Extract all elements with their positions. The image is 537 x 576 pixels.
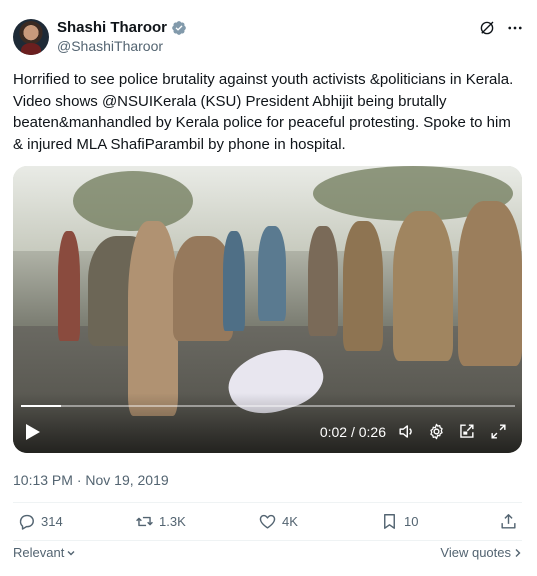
video-frame-police <box>458 201 522 366</box>
settings-gear-icon[interactable] <box>427 422 446 441</box>
video-frame-police <box>393 211 453 361</box>
reply-count: 314 <box>41 514 63 529</box>
like-button[interactable]: 4K <box>258 512 298 531</box>
play-icon[interactable] <box>25 423 41 441</box>
author-handle[interactable]: @ShashiTharoor <box>57 38 163 54</box>
video-progress-bar[interactable] <box>21 405 515 407</box>
retweet-button[interactable]: 1.3K <box>135 512 186 531</box>
video-frame-person <box>258 226 286 321</box>
author-name[interactable]: Shashi Tharoor <box>57 19 167 36</box>
replies-bar: Relevant View quotes <box>13 545 522 563</box>
tweet-header: Shashi Tharoor @ShashiTharoor <box>13 15 524 59</box>
video-player[interactable]: 0:02 / 0:26 <box>13 166 522 453</box>
video-frame-police <box>343 221 383 351</box>
video-frame-person <box>223 231 245 331</box>
reply-button[interactable]: 314 <box>17 512 63 531</box>
reply-icon <box>19 514 34 530</box>
sort-replies-dropdown[interactable]: Relevant <box>13 545 76 560</box>
author-name-row: Shashi Tharoor <box>57 19 187 36</box>
share-icon <box>501 514 516 529</box>
tweet-actions: 314 1.3K 4K 10 <box>13 512 522 536</box>
video-frame-tree <box>73 171 193 231</box>
chevron-down-icon <box>67 550 75 555</box>
heart-icon <box>259 514 276 529</box>
more-options-icon[interactable] <box>506 19 524 37</box>
sort-replies-label: Relevant <box>13 545 65 560</box>
retweet-count: 1.3K <box>159 514 186 529</box>
video-time: 0:02 / 0:26 <box>319 424 386 440</box>
pop-out-icon[interactable] <box>457 422 476 441</box>
video-frame-person <box>58 231 80 341</box>
view-quotes-link[interactable]: View quotes <box>440 545 522 560</box>
fullscreen-icon[interactable] <box>489 422 508 441</box>
video-progress-fill <box>21 405 61 407</box>
divider <box>13 502 522 503</box>
avatar[interactable] <box>13 19 49 55</box>
bookmark-count: 10 <box>404 514 419 529</box>
video-frame-person <box>308 226 338 336</box>
grok-icon[interactable] <box>478 19 496 37</box>
verified-badge-icon <box>172 20 186 35</box>
view-quotes-label: View quotes <box>440 545 511 560</box>
header-actions <box>478 19 524 37</box>
bookmark-icon <box>384 514 395 529</box>
video-frame-police <box>128 221 178 416</box>
retweet-icon <box>136 516 153 527</box>
tweet-text: Horrified to see police brutality agains… <box>13 71 514 153</box>
share-button[interactable] <box>499 512 518 531</box>
volume-icon[interactable] <box>397 422 416 441</box>
bookmark-button[interactable]: 10 <box>380 512 418 531</box>
divider <box>13 540 522 541</box>
chevron-right-icon <box>515 548 521 557</box>
like-count: 4K <box>282 514 298 529</box>
tweet-timestamp[interactable]: 10:13 PM · Nov 19, 2019 <box>13 472 169 488</box>
